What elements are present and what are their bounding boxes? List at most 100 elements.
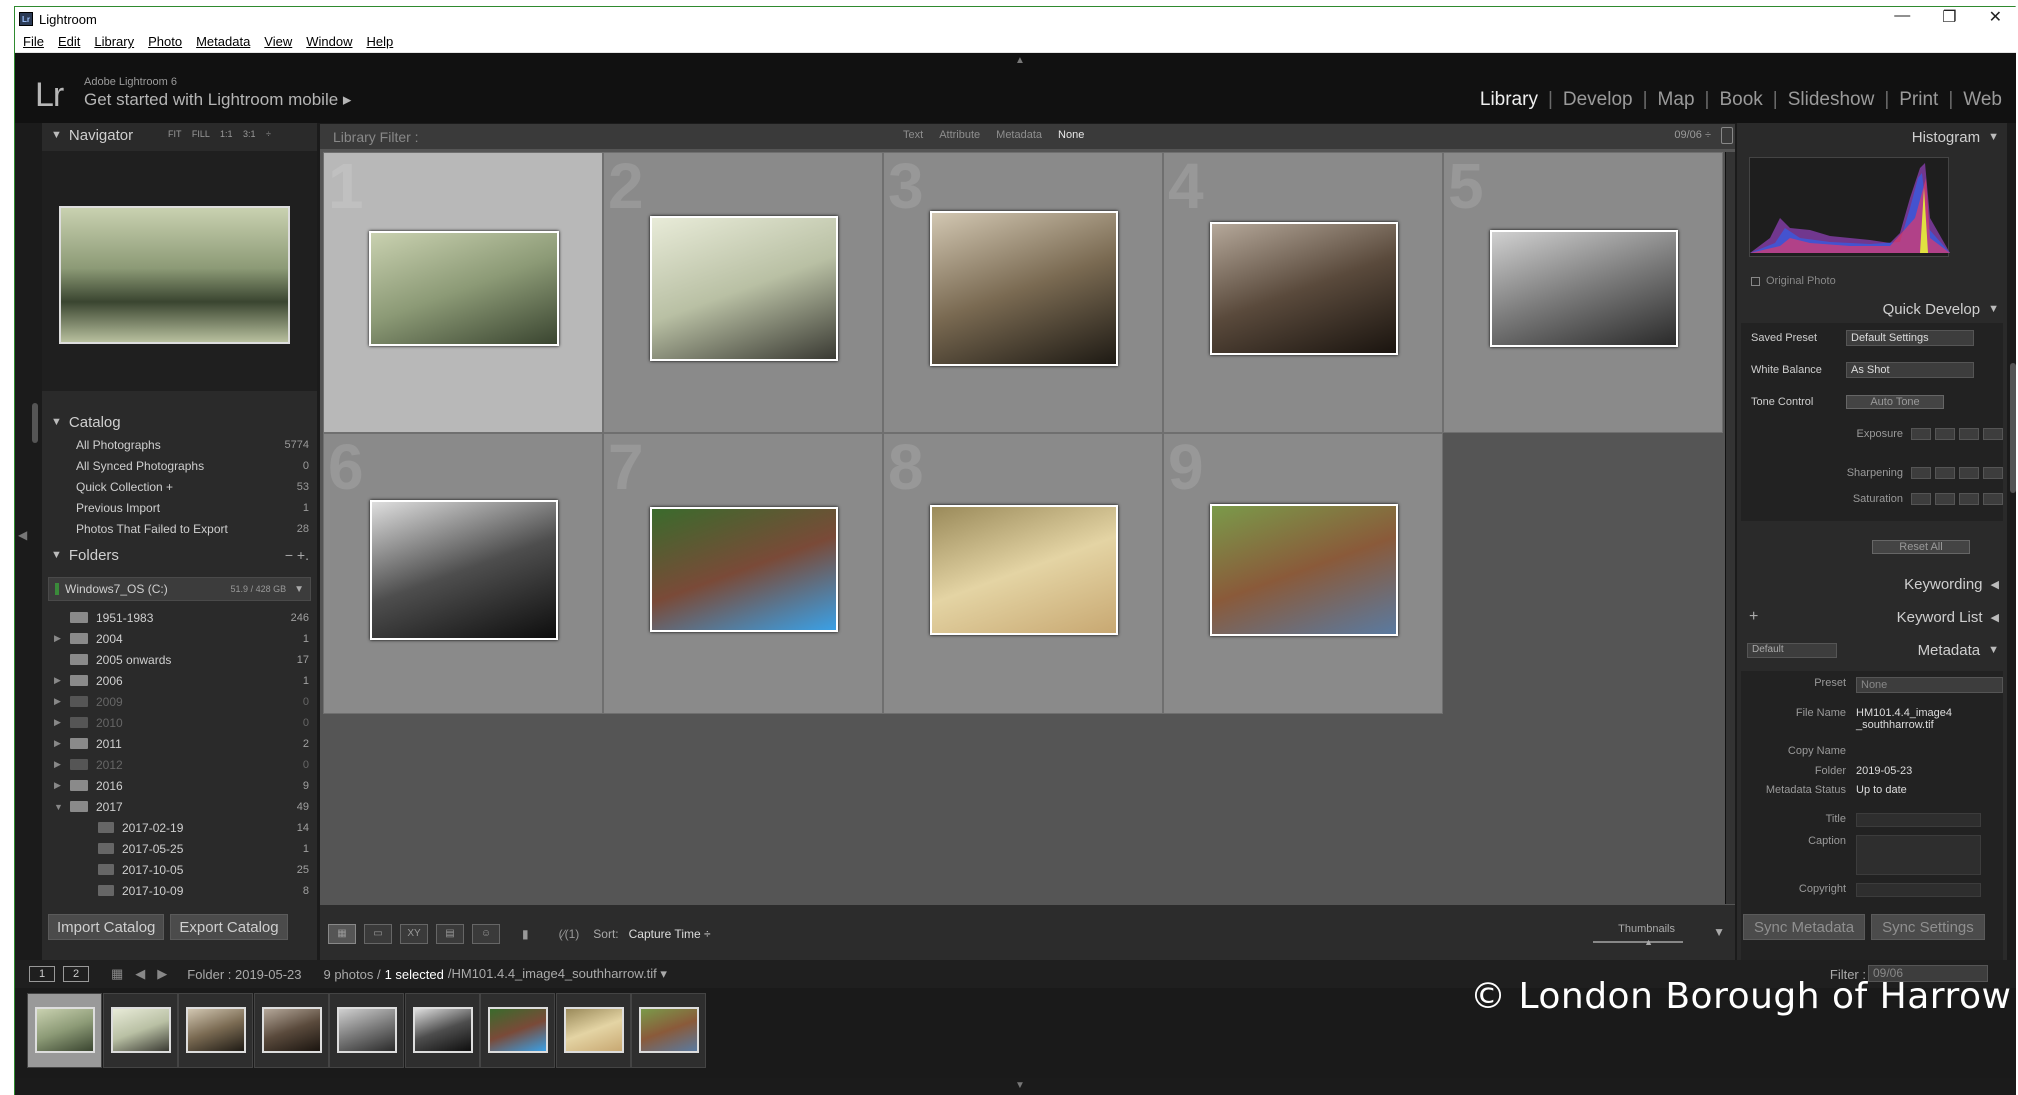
keywording-header[interactable]: Keywording ◀ — [1737, 570, 2007, 598]
filmstrip-item[interactable] — [404, 993, 480, 1068]
filmstrip-thumbnail[interactable] — [412, 1007, 473, 1053]
filmstrip-item[interactable] — [253, 993, 329, 1068]
expand-arrow-icon[interactable]: ▶ — [54, 696, 70, 707]
navigator-image[interactable] — [59, 206, 290, 344]
secondary-window-button[interactable]: 2 — [63, 966, 89, 982]
saturation-adjusters[interactable] — [1911, 493, 2003, 505]
sharpening-adjusters[interactable] — [1911, 467, 2003, 479]
metadata-header[interactable]: Default Metadata ▼ — [1737, 636, 2007, 664]
folder-row[interactable]: ▶ 2009 0 — [42, 691, 317, 712]
catalog-header[interactable]: ▼ Catalog — [42, 410, 317, 434]
photo-thumbnail[interactable] — [930, 211, 1118, 366]
photo-thumbnail[interactable] — [370, 499, 558, 640]
thumbnail-slider-knob[interactable]: ▲ — [1644, 937, 1653, 947]
module-web[interactable]: Web — [1953, 89, 2012, 111]
filmstrip-item[interactable] — [178, 993, 253, 1068]
expand-arrow-icon[interactable]: ▼ — [54, 802, 70, 812]
saved-preset-select[interactable]: Default Settings — [1846, 330, 1974, 346]
folder-row[interactable]: ▶ 2016 9 — [42, 775, 317, 796]
keyword-list-header[interactable]: + Keyword List ◀ — [1737, 603, 2007, 631]
right-panel-scrollbar[interactable] — [2010, 363, 2016, 493]
menu-photo[interactable]: Photo — [148, 34, 182, 49]
navigator-zoom-options[interactable]: FIT FILL 1:1 3:1 ÷ — [168, 129, 271, 139]
menu-metadata[interactable]: Metadata — [196, 34, 250, 49]
folder-row[interactable]: 2005 onwards 17 — [42, 649, 317, 670]
catalog-item[interactable]: Photos That Failed to Export 28 — [42, 518, 317, 539]
grid-cell[interactable]: 5 — [1443, 150, 1723, 433]
expand-arrow-icon[interactable]: ▶ — [54, 675, 70, 686]
filmstrip-thumbnail[interactable] — [35, 1007, 95, 1053]
subfolder-row[interactable]: 2017-02-19 14 — [42, 817, 317, 838]
exposure-adjusters[interactable] — [1911, 428, 2003, 440]
minimize-button[interactable]: — — [1894, 7, 1910, 27]
module-develop[interactable]: Develop — [1553, 89, 1643, 111]
volume-dropdown-icon[interactable]: ▼ — [294, 584, 304, 595]
photo-thumbnail[interactable] — [1210, 503, 1398, 636]
toolbar-options-dropdown[interactable]: ▼ — [1713, 925, 1725, 939]
expand-arrow-icon[interactable]: ▶ — [54, 759, 70, 770]
filter-tab-metadata[interactable]: Metadata — [996, 129, 1042, 141]
sort-select[interactable]: Capture Time ÷ — [629, 927, 711, 941]
folder-row[interactable]: ▶ 2010 0 — [42, 712, 317, 733]
selected-file-path[interactable]: /HM101.4.4_image4_southharrow.tif ▾ — [448, 966, 667, 982]
photo-thumbnail[interactable] — [1210, 222, 1398, 355]
module-book[interactable]: Book — [1709, 89, 1772, 111]
module-library[interactable]: Library — [1470, 89, 1548, 111]
metadata-set-select[interactable]: Default — [1747, 642, 1837, 658]
grid-cell[interactable]: 7 — [603, 431, 883, 714]
grid-cell[interactable]: 8 — [883, 431, 1163, 714]
expand-arrow-icon[interactable]: ▶ — [54, 717, 70, 728]
folder-row[interactable]: ▶ 2006 1 — [42, 670, 317, 691]
menu-library[interactable]: Library — [94, 34, 134, 49]
close-button[interactable]: ✕ — [1989, 7, 2002, 27]
filmstrip-thumbnail[interactable] — [110, 1007, 171, 1053]
menu-view[interactable]: View — [264, 34, 292, 49]
reset-all-button[interactable]: Reset All — [1872, 540, 1970, 554]
grid-cell[interactable]: 3 — [883, 150, 1163, 433]
folder-row[interactable]: ▶ 2011 2 — [42, 733, 317, 754]
subfolder-row[interactable]: 2017-10-05 25 — [42, 859, 317, 880]
collapse-triangle-icon[interactable]: ▼ — [1988, 303, 1999, 315]
folder-row[interactable]: 1951-1983 246 — [42, 607, 317, 628]
collapse-triangle-icon[interactable]: ▼ — [51, 129, 62, 141]
copyright-field[interactable] — [1856, 883, 1981, 897]
module-map[interactable]: Map — [1648, 89, 1705, 111]
filter-tab-none[interactable]: None — [1058, 129, 1084, 141]
expand-arrow-icon[interactable]: ▶ — [54, 633, 70, 644]
primary-window-button[interactable]: 1 — [29, 966, 55, 982]
export-catalog-button[interactable]: Export Catalog — [170, 914, 288, 940]
subfolder-row[interactable]: 2017-05-25 1 — [42, 838, 317, 859]
collapse-left-triangle-icon[interactable]: ◀ — [1991, 611, 1999, 624]
navigator-header[interactable]: ▼ Navigator FIT FILL 1:1 3:1 ÷ — [42, 123, 317, 147]
photo-thumbnail[interactable] — [650, 507, 838, 632]
catalog-item[interactable]: All Synced Photographs 0 — [42, 455, 317, 476]
folder-add-remove-controls[interactable]: − +. — [285, 547, 309, 563]
grid-cell[interactable]: 1 — [323, 150, 603, 433]
filmstrip-thumbnail[interactable] — [563, 1007, 624, 1053]
filter-tab-attribute[interactable]: Attribute — [939, 129, 980, 141]
filmstrip-thumbnail[interactable] — [186, 1007, 246, 1053]
survey-view-icon[interactable]: ▤ — [436, 923, 464, 944]
loupe-view-icon[interactable]: ▭ — [364, 923, 392, 944]
photo-thumbnail[interactable] — [1490, 230, 1678, 347]
collapse-triangle-icon[interactable]: ▼ — [51, 549, 62, 561]
folder-value[interactable]: 2019-05-23 — [1856, 765, 2003, 777]
grid-cell[interactable]: 2 — [603, 150, 883, 433]
histogram-header[interactable]: Histogram ▼ — [1737, 123, 2007, 151]
filmstrip-thumbnail[interactable] — [337, 1007, 397, 1053]
catalog-item[interactable]: All Photographs 5774 — [42, 434, 317, 455]
filmstrip-thumbnail[interactable] — [488, 1007, 548, 1053]
folders-header[interactable]: ▼ Folders − +. — [42, 543, 317, 567]
collapse-triangle-icon[interactable]: ▼ — [1988, 131, 1999, 143]
white-balance-select[interactable]: As Shot — [1846, 362, 1974, 378]
menu-edit[interactable]: Edit — [58, 34, 80, 49]
subfolder-row[interactable]: 2017-10-09 8 — [42, 880, 317, 898]
grid-cell[interactable]: 4 — [1163, 150, 1443, 433]
filmstrip-item[interactable] — [329, 993, 404, 1068]
filmstrip-item[interactable] — [555, 993, 631, 1068]
grid-scrollbar[interactable] — [1725, 152, 1735, 904]
add-keyword-icon[interactable]: + — [1749, 608, 1758, 626]
filmstrip-thumbnail[interactable] — [639, 1007, 699, 1053]
collapse-top-icon[interactable]: ▲ — [1015, 55, 1025, 66]
import-catalog-button[interactable]: Import Catalog — [48, 914, 165, 940]
